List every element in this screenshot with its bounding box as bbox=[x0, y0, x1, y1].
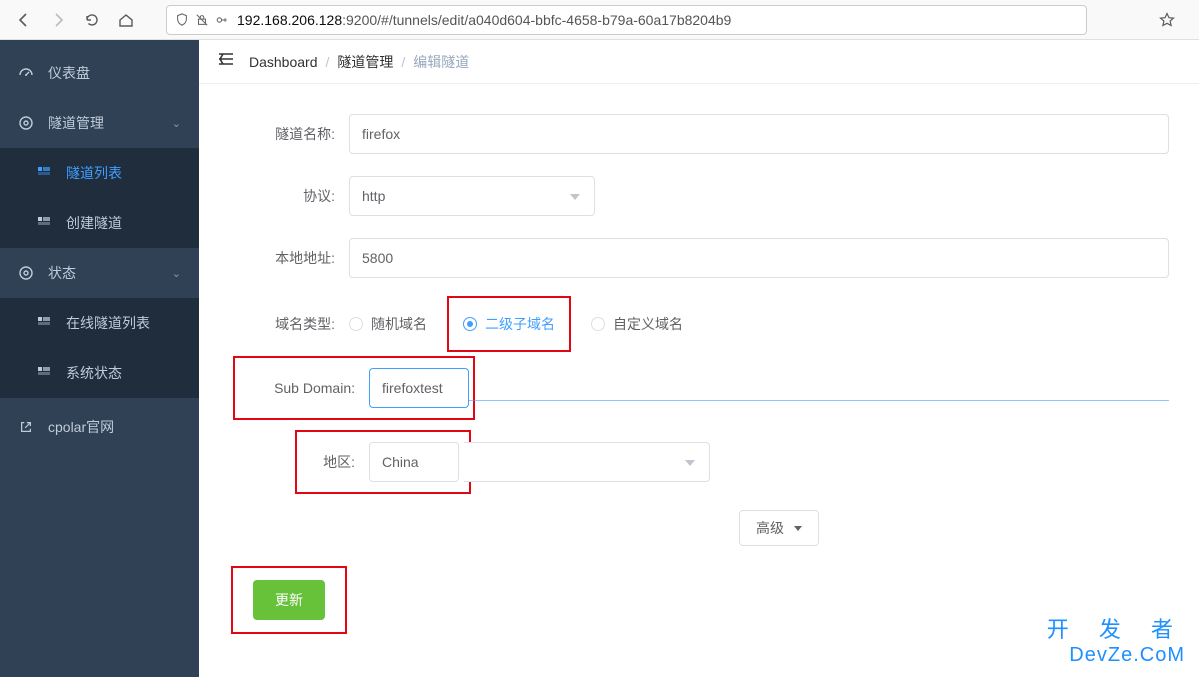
radio-circle-icon bbox=[463, 317, 477, 331]
radio-random-domain[interactable]: 随机域名 bbox=[349, 314, 427, 334]
sidebar-item-label: 隧道管理 bbox=[48, 113, 104, 133]
sidebar-item-dashboard[interactable]: 仪表盘 bbox=[0, 48, 199, 98]
bookmark-star-button[interactable] bbox=[1153, 6, 1181, 34]
sidebar-item-create-tunnel[interactable]: 创建隧道 bbox=[0, 198, 199, 248]
advanced-label: 高级 bbox=[756, 518, 784, 538]
breadcrumb-sep: / bbox=[401, 54, 405, 70]
sidebar-item-label: 系统状态 bbox=[66, 363, 122, 383]
external-link-icon bbox=[18, 420, 34, 434]
nav-home-button[interactable] bbox=[112, 6, 140, 34]
radio-group-domain-type: 随机域名 二级子域名 自定义域名 bbox=[349, 308, 683, 340]
input-tunnel-name[interactable] bbox=[362, 126, 1156, 142]
sidebar-item-cpolar-site[interactable]: cpolar官网 bbox=[0, 402, 199, 452]
select-protocol[interactable]: http bbox=[349, 176, 595, 216]
browser-toolbar: 192.168.206.128:9200/#/tunnels/edit/a040… bbox=[0, 0, 1199, 40]
region-value-box: China bbox=[369, 442, 459, 482]
url-text: 192.168.206.128:9200/#/tunnels/edit/a040… bbox=[237, 12, 1078, 28]
radio-circle-icon bbox=[591, 317, 605, 331]
nav-forward-button[interactable] bbox=[44, 6, 72, 34]
grid-icon bbox=[36, 166, 52, 180]
sidebar-item-status[interactable]: 状态 ⌄ bbox=[0, 248, 199, 298]
radio-label: 随机域名 bbox=[371, 314, 427, 334]
breadcrumb-mid[interactable]: 隧道管理 bbox=[337, 52, 393, 72]
target-icon bbox=[18, 115, 34, 131]
url-security-icons bbox=[175, 13, 229, 27]
label-local-addr: 本地地址: bbox=[229, 248, 349, 268]
sidebar-item-label: cpolar官网 bbox=[48, 417, 114, 437]
sidebar-item-label: 隧道列表 bbox=[66, 163, 122, 183]
sidebar-item-system-status[interactable]: 系统状态 bbox=[0, 348, 199, 398]
shield-icon bbox=[175, 13, 189, 27]
region-value: China bbox=[382, 454, 419, 470]
breadcrumb: Dashboard / 隧道管理 / 编辑隧道 bbox=[249, 52, 469, 72]
radio-custom-domain[interactable]: 自定义域名 bbox=[591, 314, 683, 334]
input-local-addr-wrap bbox=[349, 238, 1169, 278]
select-protocol-value: http bbox=[362, 188, 385, 204]
chevron-down-icon: ⌄ bbox=[172, 267, 181, 280]
input-subdomain[interactable] bbox=[382, 380, 456, 396]
watermark-line2: DevZe.CoM bbox=[1047, 644, 1185, 667]
label-region: 地区: bbox=[289, 452, 369, 472]
watermark: 开 发 者 DevZe.CoM bbox=[1047, 612, 1185, 667]
chevron-down-icon: ⌄ bbox=[172, 117, 181, 130]
input-local-addr[interactable] bbox=[362, 250, 1156, 266]
sidebar-item-label: 状态 bbox=[48, 263, 76, 283]
grid-icon bbox=[36, 366, 52, 380]
label-protocol: 协议: bbox=[229, 186, 349, 206]
row-protocol: 协议: http bbox=[229, 176, 1169, 216]
select-region[interactable] bbox=[464, 442, 710, 482]
grid-icon bbox=[36, 316, 52, 330]
main-content: Dashboard / 隧道管理 / 编辑隧道 隧道名称: 协议: http bbox=[199, 40, 1199, 677]
row-region: 地区: China bbox=[229, 436, 1169, 488]
update-button[interactable]: 更新 bbox=[253, 580, 325, 620]
radio-circle-icon bbox=[349, 317, 363, 331]
row-subdomain: Sub Domain: bbox=[229, 362, 1169, 414]
gauge-icon bbox=[18, 65, 34, 81]
row-advanced: 高级 bbox=[229, 510, 1169, 546]
radio-label: 二级子域名 bbox=[485, 314, 555, 334]
grid-icon bbox=[36, 216, 52, 230]
advanced-toggle-button[interactable]: 高级 bbox=[739, 510, 819, 546]
input-tunnel-name-wrap bbox=[349, 114, 1169, 154]
nav-back-button[interactable] bbox=[10, 6, 38, 34]
underline bbox=[469, 400, 1169, 401]
label-domain-type: 域名类型: bbox=[229, 314, 349, 334]
topbar: Dashboard / 隧道管理 / 编辑隧道 bbox=[199, 40, 1199, 84]
breadcrumb-root[interactable]: Dashboard bbox=[249, 54, 318, 70]
label-subdomain: Sub Domain: bbox=[229, 380, 369, 396]
row-submit: 更新 bbox=[213, 566, 1169, 634]
sidebar-item-label: 仪表盘 bbox=[48, 63, 90, 83]
watermark-line1: 开 发 者 bbox=[1047, 612, 1185, 644]
radio-label: 自定义域名 bbox=[613, 314, 683, 334]
sidebar: 仪表盘 隧道管理 ⌄ 隧道列表 创建隧道 状态 ⌄ bbox=[0, 40, 199, 677]
nav-reload-button[interactable] bbox=[78, 6, 106, 34]
lock-strike-icon bbox=[195, 13, 209, 27]
input-subdomain-wrap bbox=[369, 368, 469, 408]
label-tunnel-name: 隧道名称: bbox=[229, 124, 349, 144]
row-domain-type: 域名类型: 随机域名 二级子域名 自 bbox=[229, 308, 1169, 340]
sidebar-item-online-tunnels[interactable]: 在线隧道列表 bbox=[0, 298, 199, 348]
breadcrumb-sep: / bbox=[326, 54, 330, 70]
row-tunnel-name: 隧道名称: bbox=[229, 114, 1169, 154]
sidebar-item-tunnel-list[interactable]: 隧道列表 bbox=[0, 148, 199, 198]
permissions-icon bbox=[215, 13, 229, 27]
row-local-addr: 本地地址: bbox=[229, 238, 1169, 278]
sidebar-item-label: 创建隧道 bbox=[66, 213, 122, 233]
url-bar[interactable]: 192.168.206.128:9200/#/tunnels/edit/a040… bbox=[166, 5, 1087, 35]
menu-toggle-button[interactable] bbox=[217, 50, 235, 73]
breadcrumb-current: 编辑隧道 bbox=[413, 52, 469, 72]
sidebar-item-label: 在线隧道列表 bbox=[66, 313, 150, 333]
form-area: 隧道名称: 协议: http 本地地址: 域名类型: bbox=[199, 84, 1199, 664]
target-icon bbox=[18, 265, 34, 281]
sidebar-item-tunnel-mgmt[interactable]: 隧道管理 ⌄ bbox=[0, 98, 199, 148]
radio-subdomain[interactable]: 二级子域名 bbox=[463, 314, 555, 334]
